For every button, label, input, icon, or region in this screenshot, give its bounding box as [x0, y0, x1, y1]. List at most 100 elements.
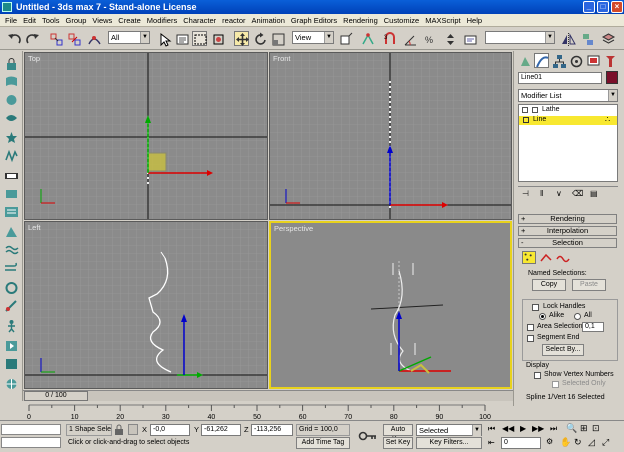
key-mode-toggle-icon[interactable]: ⇤	[488, 438, 495, 447]
menu-group[interactable]: Group	[63, 14, 90, 26]
key-mode-dropdown[interactable]: Selected ▼	[416, 424, 482, 436]
object-color-swatch[interactable]	[606, 71, 618, 84]
rollout-selection[interactable]: - Selection	[518, 238, 617, 248]
copy-button[interactable]: Copy	[532, 279, 566, 291]
redo-icon[interactable]	[24, 31, 39, 46]
wind-icon[interactable]	[4, 261, 19, 275]
stack-item-lathe[interactable]: Lathe	[519, 106, 617, 115]
arc-rotate-icon[interactable]: ↻	[574, 437, 582, 448]
spring-icon[interactable]	[4, 149, 19, 163]
previous-frame-icon[interactable]: ◀◀	[502, 424, 514, 433]
constraint-icon[interactable]	[4, 131, 19, 145]
select-by-name-icon[interactable]	[174, 31, 189, 46]
area-selection-checkbox[interactable]	[527, 324, 534, 331]
show-end-result-icon[interactable]: ‖	[540, 189, 543, 198]
next-frame-icon[interactable]: ▶▶	[532, 424, 544, 433]
menu-tools[interactable]: Tools	[39, 14, 63, 26]
fracture-icon[interactable]	[4, 225, 19, 239]
soft-body-icon[interactable]	[4, 111, 19, 125]
maximize-viewport-icon[interactable]: ⤢	[602, 437, 609, 448]
time-configuration-icon[interactable]: ⚙	[546, 437, 553, 446]
expand-icon[interactable]	[523, 117, 529, 123]
lock-handles-checkbox[interactable]	[532, 304, 539, 311]
select-object-icon[interactable]	[156, 31, 172, 47]
percent-snap-icon[interactable]: %	[422, 31, 437, 46]
mirror-icon[interactable]	[560, 31, 576, 46]
menu-views[interactable]: Views	[89, 14, 115, 26]
key-icon[interactable]	[358, 429, 378, 443]
zoom-all-icon[interactable]: ⊞	[580, 423, 588, 434]
edit-named-selection-sets-icon[interactable]	[462, 31, 477, 46]
select-and-rotate-icon[interactable]	[252, 31, 267, 46]
undo-icon[interactable]	[6, 31, 21, 46]
expand-icon[interactable]	[532, 107, 538, 113]
menu-edit[interactable]: Edit	[20, 14, 39, 26]
menu-reactor[interactable]: reactor	[219, 14, 248, 26]
rigid-body-icon[interactable]	[4, 93, 19, 107]
auto-key-button[interactable]: Auto Key	[383, 424, 413, 443]
menu-animation[interactable]: Animation	[249, 14, 288, 26]
unlink-selection-icon[interactable]	[66, 31, 81, 46]
named-selection-sets-dropdown[interactable]: ▼	[485, 31, 555, 44]
configure-modifier-sets-icon[interactable]: ▤	[590, 189, 598, 198]
alike-radio[interactable]	[539, 313, 546, 320]
viewport-label-top[interactable]: Top	[28, 54, 40, 63]
track-bar[interactable]: 0 10 20 30 40 50 60 70 80 90 100	[23, 403, 513, 420]
utilities-tab-icon[interactable]	[602, 53, 617, 68]
menu-help[interactable]: Help	[464, 14, 485, 26]
menu-character[interactable]: Character	[180, 14, 219, 26]
segment-end-checkbox[interactable]	[527, 335, 534, 342]
go-to-end-icon[interactable]: ⏭	[550, 424, 557, 434]
menu-maxscript[interactable]: MAXScript	[422, 14, 463, 26]
select-and-move-icon[interactable]	[234, 31, 249, 46]
stack-item-line[interactable]: Line ∴	[519, 115, 617, 125]
motor-icon[interactable]	[4, 187, 19, 201]
window-crossing-icon[interactable]	[210, 31, 225, 46]
selected-only-checkbox[interactable]	[552, 381, 559, 388]
key-filters-button[interactable]: Key Filters...	[416, 437, 482, 449]
rollout-interpolation[interactable]: + Interpolation	[518, 226, 617, 236]
selection-lock-icon[interactable]	[114, 424, 124, 435]
select-and-link-icon[interactable]	[48, 31, 63, 46]
zoom-icon[interactable]: 🔍	[566, 423, 577, 434]
pin-stack-icon[interactable]: ⊣	[522, 189, 529, 198]
menu-customize[interactable]: Customize	[381, 14, 422, 26]
select-by-button[interactable]: Select By...	[542, 344, 584, 356]
display-tab-icon[interactable]	[585, 53, 600, 68]
play-icon[interactable]: ▶	[520, 424, 526, 433]
angle-snap-toggle-icon[interactable]	[402, 31, 417, 46]
show-vertex-numbers-checkbox[interactable]	[534, 372, 541, 379]
water-icon[interactable]	[4, 243, 19, 257]
time-slider-track[interactable]: 0 / 100	[23, 390, 513, 401]
cloth-icon[interactable]	[4, 75, 19, 89]
menu-create[interactable]: Create	[115, 14, 144, 26]
lock-icon[interactable]	[4, 57, 19, 71]
set-key-button[interactable]: Set Key	[383, 437, 413, 449]
dashpot-icon[interactable]	[4, 299, 19, 313]
viewport-left[interactable]: Left	[24, 221, 268, 389]
pan-icon[interactable]: ✋	[560, 437, 571, 448]
area-selection-spinner[interactable]: 0,1	[582, 322, 604, 332]
viewport-perspective[interactable]: Perspective	[269, 221, 512, 389]
y-coordinate-field[interactable]: -61,262	[201, 424, 241, 436]
minimize-button[interactable]: _	[583, 1, 595, 13]
menu-modifiers[interactable]: Modifiers	[144, 14, 180, 26]
hierarchy-tab-icon[interactable]	[551, 53, 566, 68]
select-and-scale-icon[interactable]	[270, 31, 285, 46]
segment-mode-button[interactable]	[539, 252, 553, 264]
zoom-extents-icon[interactable]: ⊡	[592, 423, 600, 434]
select-and-manipulate-icon[interactable]	[360, 31, 375, 46]
current-frame-field[interactable]: 0	[501, 437, 541, 449]
create-animation-icon[interactable]	[4, 357, 19, 371]
viewport-top[interactable]: Top	[24, 52, 268, 220]
maxscript-listener-mini[interactable]	[1, 424, 61, 435]
time-slider[interactable]: 0 / 100	[24, 391, 88, 401]
spline-mode-button[interactable]	[556, 252, 570, 264]
spinner-snap-toggle-icon[interactable]	[442, 31, 457, 46]
menu-file[interactable]: File	[2, 14, 20, 26]
reference-coordinate-system-dropdown[interactable]: View ▼	[292, 31, 334, 44]
plane-icon[interactable]	[4, 169, 19, 183]
rectangular-selection-region-icon[interactable]	[192, 31, 207, 46]
ragdoll-icon[interactable]	[4, 319, 19, 333]
create-tab-icon[interactable]	[517, 53, 532, 68]
